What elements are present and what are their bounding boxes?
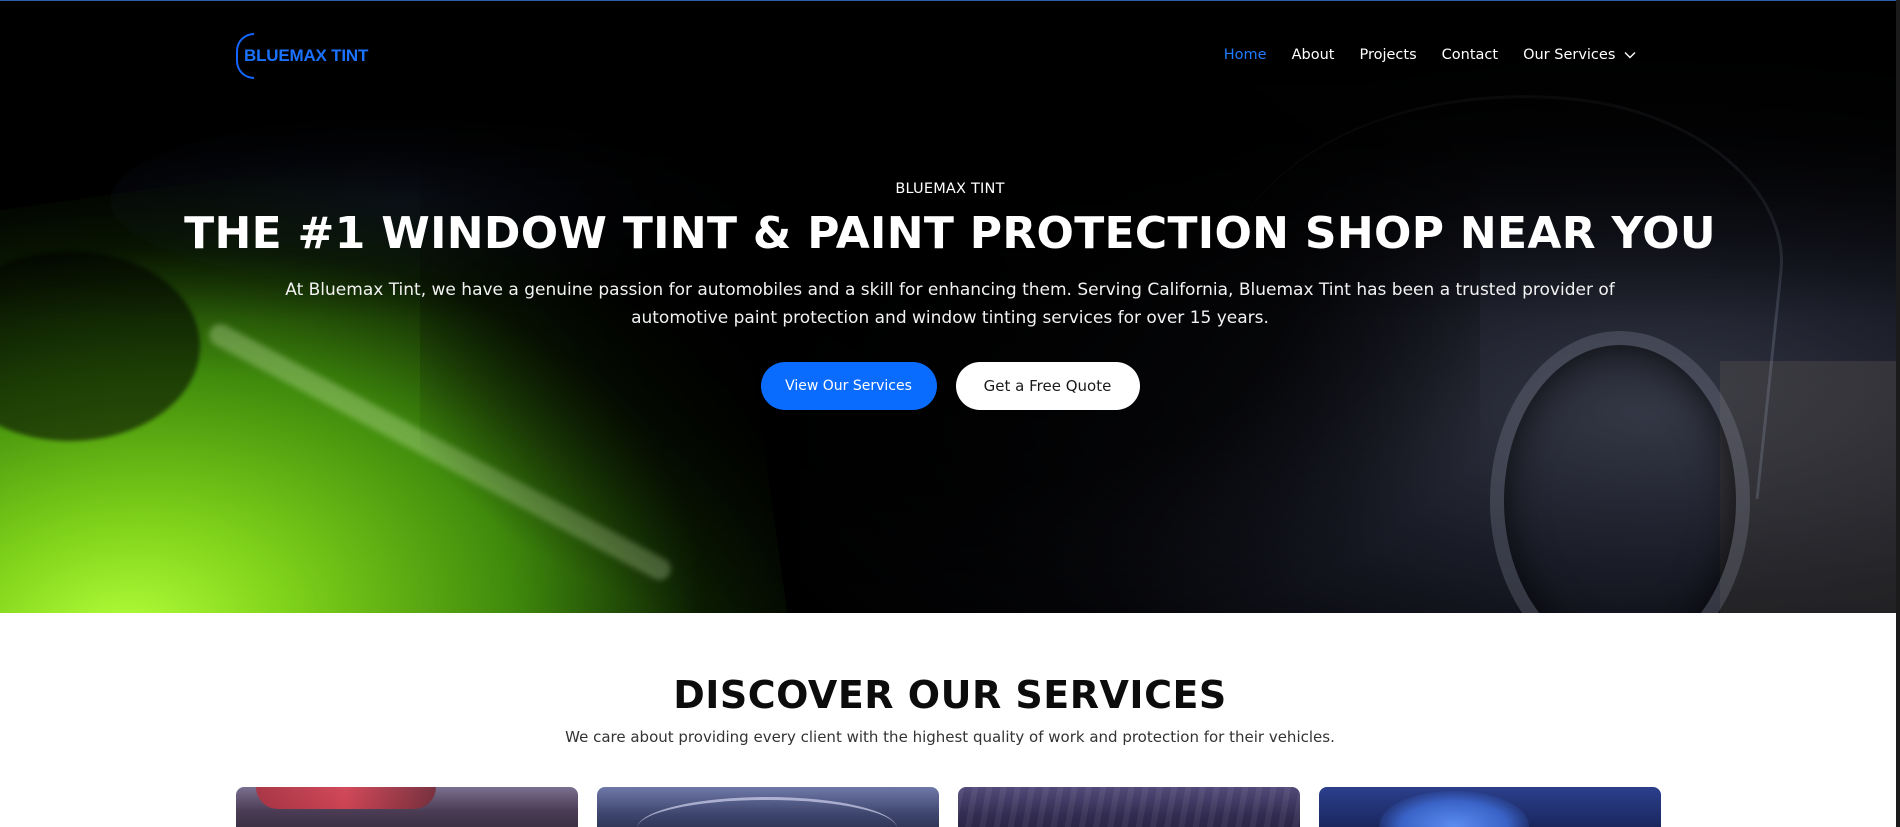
nav-item-contact[interactable]: Contact: [1442, 47, 1498, 63]
nav-item-about[interactable]: About: [1292, 47, 1335, 63]
service-card-image[interactable]: [236, 787, 578, 827]
hero-description: At Bluemax Tint, we have a genuine passi…: [285, 280, 1615, 328]
hero-section: BLUEMAX TINT Home About Projects Contact…: [0, 0, 1900, 613]
nav-item-our-services-label: Our Services: [1523, 47, 1616, 63]
top-navigation: BLUEMAX TINT Home About Projects Contact…: [0, 1, 1900, 111]
service-card-image[interactable]: [1319, 787, 1661, 827]
service-card-image[interactable]: [958, 787, 1300, 827]
window-scrollbar[interactable]: [1896, 0, 1900, 827]
services-subtitle: We care about providing every client wit…: [565, 728, 1335, 746]
nav-item-home[interactable]: Home: [1224, 47, 1267, 63]
hero-headline: THE #1 WINDOW TINT & PAINT PROTECTION SH…: [184, 208, 1716, 259]
service-cards: [236, 787, 1661, 827]
logo-text: BLUEMAX TINT: [244, 46, 369, 65]
main-menu: Home About Projects Contact Our Services: [1224, 47, 1636, 63]
service-card-image[interactable]: [597, 787, 939, 827]
chevron-down-icon: [1624, 52, 1636, 59]
nav-item-our-services[interactable]: Our Services: [1523, 47, 1636, 63]
services-title: DISCOVER OUR SERVICES: [673, 673, 1227, 717]
services-section: DISCOVER OUR SERVICES We care about prov…: [0, 613, 1900, 827]
nav-item-projects[interactable]: Projects: [1359, 47, 1416, 63]
view-services-button[interactable]: View Our Services: [760, 362, 937, 410]
hero-eyebrow: BLUEMAX TINT: [895, 181, 1005, 197]
brand-logo[interactable]: BLUEMAX TINT: [236, 33, 368, 79]
free-quote-button[interactable]: Get a Free Quote: [955, 362, 1140, 410]
hero-cta-row: View Our Services Get a Free Quote: [0, 362, 1900, 410]
